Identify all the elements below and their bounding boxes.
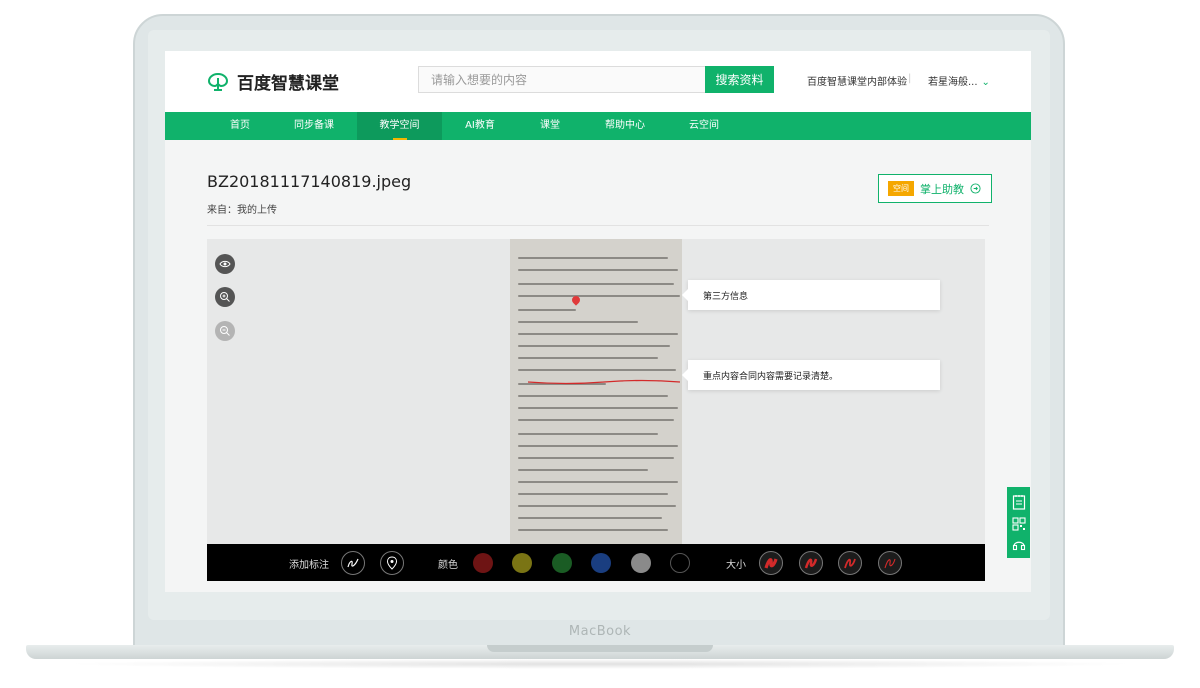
nav-item-home[interactable]: 首页 bbox=[215, 112, 265, 140]
brush-stroke-icon bbox=[884, 558, 896, 569]
size-option-1[interactable] bbox=[759, 551, 783, 575]
device-brand: MacBook bbox=[568, 624, 632, 639]
pen-tool-button[interactable] bbox=[341, 551, 365, 575]
pen-squiggle-icon bbox=[347, 558, 359, 568]
leaf-logo-icon bbox=[207, 72, 229, 91]
annotation-text: 重点内容合同内容需要记录清楚。 bbox=[703, 371, 839, 382]
nav-item-teaching-space[interactable]: 教学空间 bbox=[357, 112, 442, 140]
assistant-label: 掌上助教 bbox=[920, 182, 964, 196]
space-badge: 空间 bbox=[888, 181, 914, 196]
headset-icon[interactable] bbox=[1012, 538, 1026, 552]
brush-stroke-icon bbox=[764, 558, 778, 569]
nav-item-cloud-space[interactable]: 云空间 bbox=[679, 112, 729, 140]
notes-icon[interactable] bbox=[1012, 494, 1026, 510]
color-swatch-blue[interactable] bbox=[591, 553, 611, 573]
file-source: 来自：我的上传 bbox=[207, 205, 277, 216]
size-option-2[interactable] bbox=[799, 551, 823, 575]
site-header: 百度智慧课堂 搜索资料 百度智慧课堂内部体验 | 若星海般...⌄ bbox=[165, 51, 1031, 112]
color-label: 颜色 bbox=[438, 560, 458, 571]
document-photo bbox=[510, 239, 682, 544]
user-menu[interactable]: 若星海般... ⌄ bbox=[928, 73, 990, 88]
zoom-out-icon[interactable] bbox=[215, 321, 235, 341]
pin-tool-button[interactable] bbox=[380, 551, 404, 575]
size-option-3[interactable] bbox=[838, 551, 862, 575]
nav-item-classroom[interactable]: 课堂 bbox=[525, 112, 575, 140]
search-button[interactable]: 搜索资料 bbox=[705, 66, 774, 93]
user-name: 若星海般... bbox=[928, 77, 978, 88]
browser-screen: 百度智慧课堂 搜索资料 百度智慧课堂内部体验 | 若星海般...⌄ 首页 同步备… bbox=[165, 51, 1031, 592]
file-title: BZ20181117140819.jpeg bbox=[207, 172, 412, 191]
arrow-circle-icon bbox=[970, 183, 981, 194]
main-nav: 首页 同步备课 教学空间 AI教育 课堂 帮助中心 云空间 bbox=[165, 112, 1031, 140]
header-separator: | bbox=[908, 73, 912, 84]
macbook-mockup: MacBook 百度智慧课堂 搜索资料 百度智慧课堂内部体验 | 若星海般...… bbox=[0, 0, 1200, 688]
logo-text: 百度智慧课堂 bbox=[237, 74, 339, 94]
size-option-4[interactable] bbox=[878, 551, 902, 575]
brush-stroke-icon bbox=[844, 558, 856, 569]
chevron-down-icon: ⌄ bbox=[981, 77, 990, 88]
red-underline-mark bbox=[528, 379, 680, 385]
color-swatch-olive[interactable] bbox=[512, 553, 532, 573]
title-divider bbox=[207, 225, 989, 226]
nav-item-ai-education[interactable]: AI教育 bbox=[455, 112, 505, 140]
annotation-text: 第三方信息 bbox=[703, 291, 749, 302]
mobile-assistant-button[interactable]: 空间 掌上助教 bbox=[878, 174, 992, 203]
color-swatch-gray[interactable] bbox=[631, 553, 651, 573]
color-swatch-dark-red[interactable] bbox=[473, 553, 493, 573]
add-annotation-label: 添加标注 bbox=[289, 560, 329, 571]
nav-item-help-center[interactable]: 帮助中心 bbox=[595, 112, 655, 140]
qr-code-icon[interactable] bbox=[1011, 516, 1026, 531]
annotation-note[interactable]: 重点内容合同内容需要记录清楚。 bbox=[682, 360, 940, 390]
color-swatch-black[interactable] bbox=[670, 553, 690, 573]
annotation-note[interactable]: 第三方信息 bbox=[682, 280, 940, 310]
site-logo[interactable]: 百度智慧课堂 bbox=[207, 69, 339, 94]
eye-icon[interactable] bbox=[215, 254, 235, 274]
annotation-toolbar: 添加标注 颜色 大小 bbox=[207, 544, 985, 581]
laptop-shadow bbox=[60, 659, 1140, 669]
floating-sidebar bbox=[1007, 487, 1030, 558]
pin-icon bbox=[386, 556, 398, 570]
zoom-in-icon[interactable] bbox=[215, 287, 235, 307]
internal-experience-link[interactable]: 百度智慧课堂内部体验 bbox=[807, 73, 907, 88]
color-swatch-green[interactable] bbox=[552, 553, 572, 573]
laptop-notch bbox=[487, 645, 713, 652]
brush-stroke-icon bbox=[804, 558, 818, 569]
nav-item-sync-prep[interactable]: 同步备课 bbox=[282, 112, 346, 140]
size-label: 大小 bbox=[726, 560, 746, 571]
